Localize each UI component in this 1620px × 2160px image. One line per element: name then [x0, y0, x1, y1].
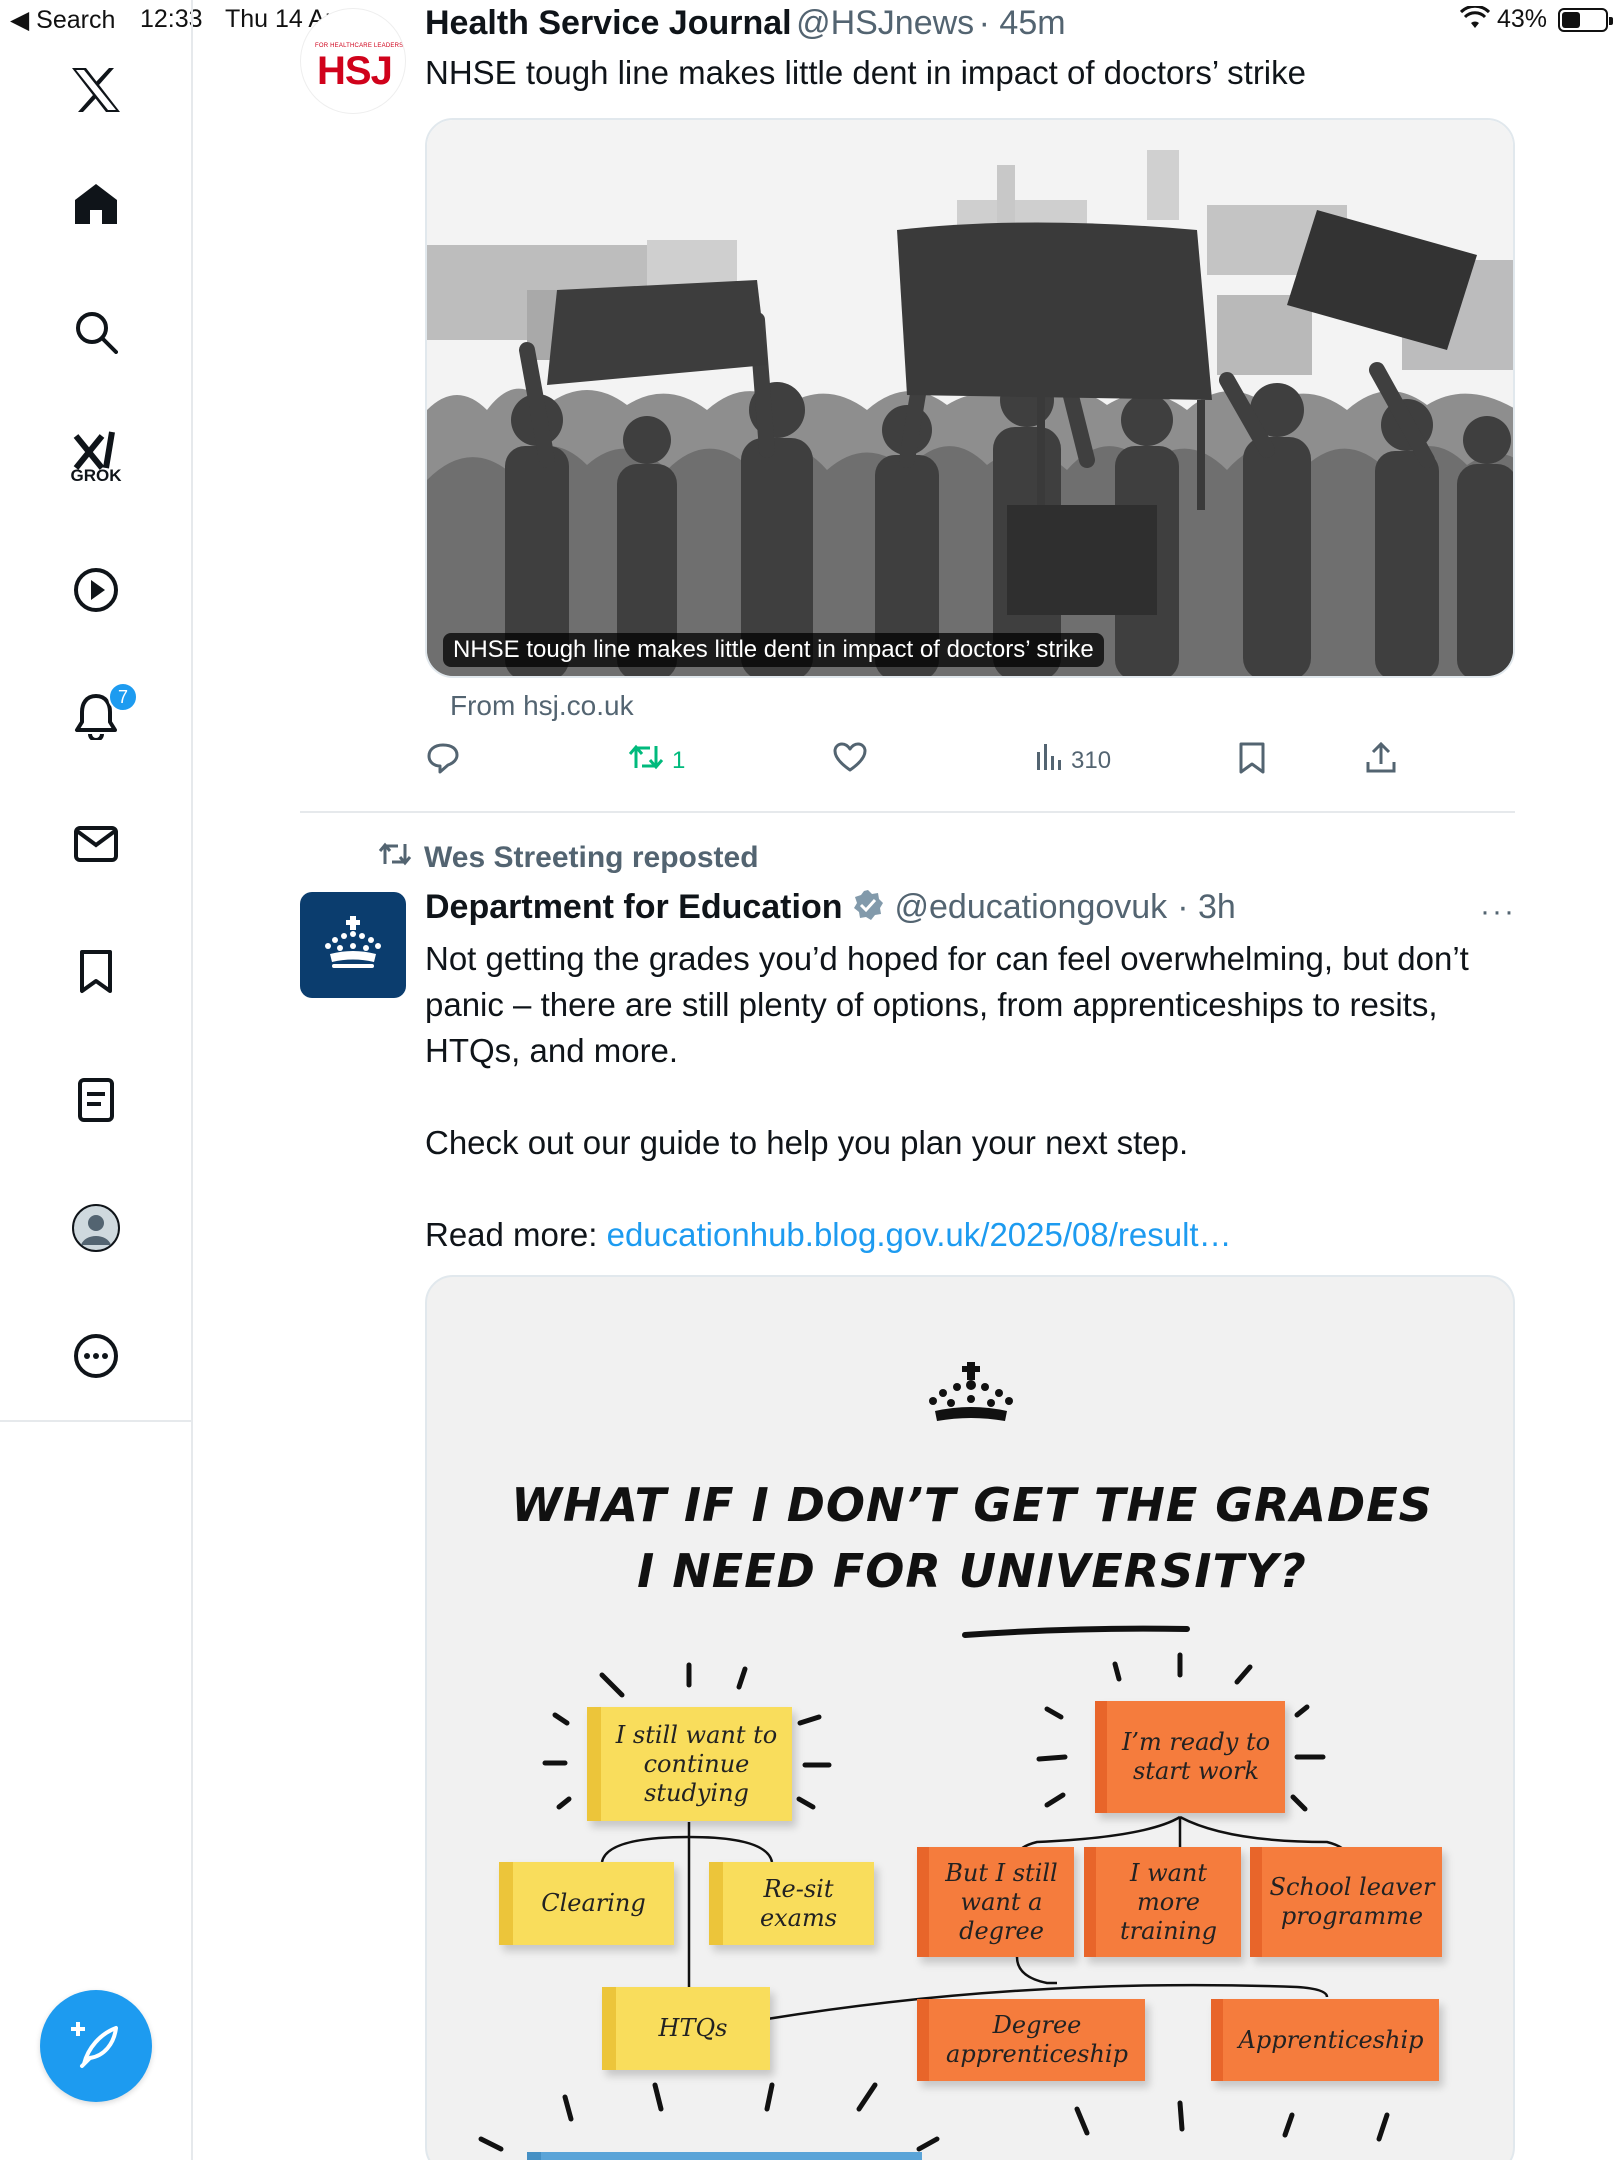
infographic-title-line2: I NEED FOR UNIVERSITY? [427, 1538, 1513, 1604]
notification-badge: 7 [108, 682, 138, 712]
note-degree-apprenticeship: Degree apprenticeship [917, 1999, 1145, 2081]
views-chart-icon [1035, 742, 1063, 779]
infographic-title-line2b: UNIVERSITY? [958, 1544, 1307, 1598]
tweet1-author-handle[interactable]: @HSJnews [796, 4, 974, 42]
crown-crest-icon [322, 914, 384, 977]
note-continue-studying: I still want to continue studying [587, 1707, 792, 1821]
note-ready-to-work: I’m ready to start work [1095, 1701, 1285, 1813]
retweet-button[interactable]: 1 [628, 742, 685, 779]
note-more-training: I want more training [1084, 1847, 1241, 1957]
grok-icon[interactable]: GROK [66, 420, 126, 485]
link-card-source[interactable]: From hsj.co.uk [450, 690, 634, 722]
compose-feather-icon [70, 2018, 122, 2075]
infographic-title-line2a: I NEED FOR [637, 1544, 959, 1598]
tweet-divider [300, 811, 1515, 813]
note-resit-exams: Re-sit exams [709, 1862, 874, 1945]
wifi-icon [1459, 4, 1491, 37]
hsj-avatar-logo: HSJ [317, 49, 393, 93]
infographic-image[interactable]: WHAT IF I DON’T GET THE GRADES I NEED FO… [425, 1275, 1515, 2160]
more-ellipsis-icon[interactable] [66, 1326, 126, 1386]
tweet1-text: NHSE tough line makes little dent in imp… [425, 54, 1306, 91]
link-card[interactable] [425, 118, 1515, 678]
views-count: 310 [1071, 746, 1112, 774]
infographic-title-line1: WHAT IF I DON’T GET THE GRADES [511, 1478, 1433, 1532]
tweet2-text: Not getting the grades you’d hoped for c… [425, 936, 1525, 1258]
tweet2-link[interactable]: educationhub.blog.gov.uk/2025/08/result… [607, 1216, 1232, 1253]
retweet-icon [628, 742, 664, 779]
compose-button[interactable] [40, 1990, 152, 2102]
profile-avatar-icon[interactable] [66, 1198, 126, 1258]
lists-icon[interactable] [66, 1070, 126, 1130]
tweet1-header: Health Service Journal @HSJnews · 45m [425, 4, 1066, 43]
tweet2-header: Department for Education @educationgovuk… [425, 888, 1236, 927]
home-icon[interactable] [66, 174, 126, 234]
protest-crowd-image [427, 120, 1513, 676]
battery-percent: 43% [1497, 5, 1548, 33]
tweet2-more-options-button[interactable]: ··· [1480, 895, 1516, 929]
share-upload-icon [1365, 741, 1397, 781]
bookmark-icon[interactable] [66, 942, 126, 1002]
note-apprenticeship: Apprenticeship [1211, 1999, 1439, 2081]
tweet1-timestamp[interactable]: · 45m [979, 4, 1066, 42]
link-card-caption: NHSE tough line makes little dent in imp… [443, 633, 1104, 667]
notifications-bell-icon[interactable]: 7 [66, 682, 138, 746]
like-button[interactable] [833, 742, 875, 779]
views-button[interactable]: 310 [1035, 742, 1111, 779]
tweet1-author-name[interactable]: Health Service Journal [425, 4, 792, 42]
sidebar-divider [191, 1422, 193, 2160]
sidebar: GROK 7 [0, 0, 193, 1422]
tweet2-text-line: HTQs, and more. [425, 1032, 679, 1069]
share-button[interactable] [1365, 741, 1397, 781]
repost-indicator[interactable]: Wes Streeting reposted [378, 840, 759, 876]
tweet2-timestamp[interactable]: · 3h [1177, 888, 1236, 927]
repost-icon [378, 840, 412, 876]
tweet2-author-name[interactable]: Department for Education [425, 888, 842, 927]
note-htqs: HTQs [602, 1987, 770, 2070]
repost-label: Wes Streeting reposted [424, 841, 759, 874]
tweet2-read-more: Read more: educationhub.blog.gov.uk/2025… [425, 1212, 1525, 1258]
tweet2-text-line: panic – there are still plenty of option… [425, 986, 1438, 1023]
battery-icon [1558, 8, 1613, 32]
bookmark-tweet-button[interactable] [1238, 742, 1266, 781]
bookmark-tweet-icon [1238, 742, 1266, 781]
verified-badge-icon [852, 889, 884, 926]
tweet2-text-line: Check out our guide to help you plan you… [425, 1124, 1189, 1161]
reply-icon [426, 742, 460, 781]
search-icon[interactable] [66, 302, 126, 362]
dfe-avatar[interactable] [300, 892, 406, 998]
hsj-avatar[interactable]: FOR HEALTHCARE LEADERS HSJ [300, 8, 406, 114]
read-more-label: Read more: [425, 1216, 607, 1253]
retweet-count: 1 [672, 746, 686, 774]
grok-label: GROK [70, 466, 122, 485]
reply-button[interactable] [426, 742, 468, 781]
heart-icon [833, 742, 867, 779]
tweet2-text-line: Not getting the grades you’d hoped for c… [425, 940, 1469, 977]
note-clearing: Clearing [499, 1862, 674, 1945]
infographic-crown-icon [929, 1362, 1013, 1421]
messages-envelope-icon[interactable] [66, 814, 126, 874]
tweet2-author-handle[interactable]: @educationgovuk [894, 888, 1167, 927]
x-logo-icon[interactable] [66, 60, 126, 120]
note-school-leaver: School leaver programme [1250, 1847, 1442, 1957]
infographic-title: WHAT IF I DON’T GET THE GRADES I NEED FO… [427, 1472, 1513, 1604]
video-play-icon[interactable] [66, 560, 126, 620]
note-still-want-degree: But I still want a degree [917, 1847, 1074, 1957]
